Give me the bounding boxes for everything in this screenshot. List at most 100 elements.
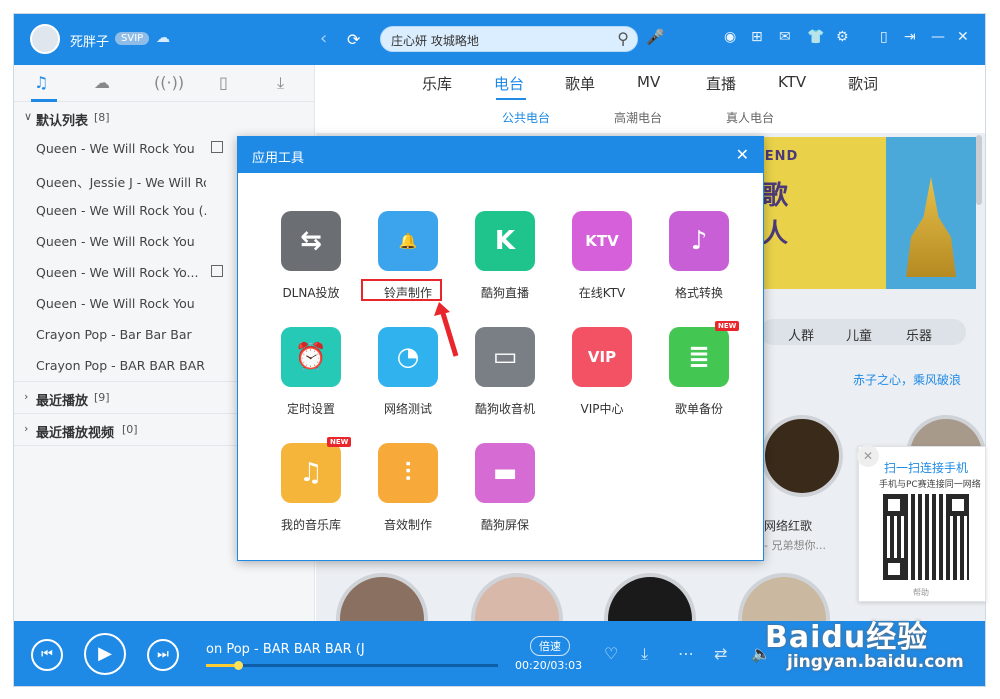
avatar[interactable] [30, 24, 60, 54]
tool-item[interactable]: ▬ 酷狗屏保 [457, 443, 553, 543]
microphone-icon[interactable]: 🎤 [646, 28, 665, 46]
close-icon[interactable]: ✕ [736, 145, 749, 164]
tool-icon[interactable]: VIP [572, 327, 632, 387]
tool-label[interactable]: 酷狗直播 [457, 284, 553, 301]
minimize-icon[interactable]: — [931, 29, 945, 45]
skin-shirt-icon[interactable]: 👕 [807, 29, 824, 45]
tool-label[interactable]: 网络测试 [360, 400, 456, 417]
tab-live[interactable]: 直播 [706, 73, 736, 94]
cloud-sync-icon[interactable]: ☁ [156, 30, 170, 46]
tool-label[interactable]: 酷狗屏保 [457, 516, 553, 533]
tool-icon[interactable]: ▬ [475, 443, 535, 503]
subtab-live-person-radio[interactable]: 真人电台 [726, 109, 774, 126]
download-icon[interactable]: ⤓ [277, 73, 284, 93]
refresh-icon[interactable]: ⟳ [347, 30, 360, 49]
username[interactable]: 死胖子 [70, 31, 109, 50]
recent-video-count: [0] [122, 423, 138, 436]
tool-icon[interactable]: 🔔 [378, 211, 438, 271]
mv-icon[interactable] [211, 265, 223, 277]
tool-item[interactable]: VIP VIP中心 [554, 327, 650, 427]
tab-lyrics[interactable]: 歌词 [848, 73, 878, 94]
mini-mode-icon[interactable]: ▯ [880, 29, 888, 45]
tool-item[interactable]: ≣ NEW 歌单备份 [651, 321, 747, 427]
gear-icon[interactable]: ⚙ [836, 29, 849, 45]
category-crowd[interactable]: 人群 [788, 325, 814, 344]
tool-icon[interactable]: K [475, 211, 535, 271]
mv-icon[interactable] [211, 141, 223, 153]
play-icon[interactable]: ▶ [84, 633, 126, 675]
progress-knob[interactable] [234, 661, 244, 670]
banner-image-2[interactable] [886, 137, 976, 289]
default-list-header[interactable]: ∨ 默认列表 [8] [14, 102, 314, 133]
subtab-public-radio[interactable]: 公共电台 [502, 109, 550, 126]
qr-help-link[interactable]: 帮助 [913, 587, 929, 598]
cloud-icon[interactable]: ☁ [94, 73, 110, 92]
target-icon[interactable]: ◉ [724, 29, 736, 45]
search-input[interactable]: 庄心妍 攻城略地 [391, 32, 479, 49]
tool-icon[interactable]: ♫ [281, 443, 341, 503]
slogan-link[interactable]: 赤子之心，乘风破浪 [853, 371, 961, 388]
tool-icon[interactable]: ≣ [669, 327, 729, 387]
radio-cover[interactable] [761, 415, 843, 497]
radio-signal-icon[interactable]: ((·)) [154, 73, 184, 92]
apps-grid-icon[interactable]: ⊞ [751, 29, 763, 45]
tool-icon[interactable]: ◔ [378, 327, 438, 387]
baidu-watermark-url: jingyan.baidu.com [787, 652, 964, 672]
tool-label[interactable]: 在线KTV [554, 284, 650, 301]
tool-label[interactable]: DLNA投放 [263, 284, 359, 301]
now-playing-title[interactable]: on Pop - BAR BAR BAR (J [206, 642, 376, 657]
close-icon[interactable]: ✕ [957, 29, 969, 45]
tool-item[interactable]: ♪ 格式转换 [651, 211, 747, 311]
category-instruments[interactable]: 乐器 [906, 325, 932, 344]
recent-play-count: [9] [94, 391, 110, 404]
tool-item[interactable]: KTV 在线KTV [554, 211, 650, 311]
tab-library[interactable]: 乐库 [422, 73, 452, 94]
tool-label[interactable]: 音效制作 [360, 516, 456, 533]
tool-item[interactable]: ▭ 酷狗收音机 [457, 327, 553, 427]
tab-ktv[interactable]: KTV [778, 73, 806, 91]
download-icon[interactable]: ⤓ [641, 644, 648, 664]
tool-icon[interactable]: ⫶ [378, 443, 438, 503]
tool-icon[interactable]: ♪ [669, 211, 729, 271]
tool-icon[interactable]: ▭ [475, 327, 535, 387]
speed-button[interactable]: 倍速 [530, 636, 570, 656]
tool-label[interactable]: 格式转换 [651, 284, 747, 301]
search-icon[interactable]: ⚲ [617, 29, 629, 48]
heart-icon[interactable]: ♡ [604, 644, 618, 663]
tool-label[interactable]: 定时设置 [263, 400, 359, 417]
category-children[interactable]: 儿童 [846, 325, 872, 344]
radio-title[interactable]: 网络红歌 [764, 517, 812, 534]
music-note-icon[interactable]: ♫ [34, 73, 48, 92]
close-icon[interactable]: ✕ [857, 445, 879, 467]
subtab-climax-radio[interactable]: 高潮电台 [614, 109, 662, 126]
tab-playlists[interactable]: 歌单 [565, 73, 595, 94]
tool-icon[interactable]: ⏰ [281, 327, 341, 387]
tab-mv[interactable]: MV [637, 73, 660, 91]
previous-icon[interactable]: ⏮ [31, 639, 63, 671]
recent-video-label: 最近播放视频 [36, 426, 115, 441]
tool-item[interactable]: ⫶ 音效制作 [360, 443, 456, 543]
tool-label[interactable]: VIP中心 [554, 400, 650, 417]
scrollbar[interactable] [976, 135, 982, 205]
tool-icon[interactable]: ⇆ [281, 211, 341, 271]
tool-icon[interactable]: KTV [572, 211, 632, 271]
exit-mode-icon[interactable]: ⇥ [904, 29, 916, 45]
repeat-icon[interactable]: ⇄ [714, 644, 727, 663]
tool-label[interactable]: 酷狗收音机 [457, 400, 553, 417]
qr-finder [883, 558, 905, 580]
mail-icon[interactable]: ✉ [779, 29, 791, 45]
tab-radio[interactable]: 电台 [494, 73, 524, 94]
tool-item[interactable]: ⇆ DLNA投放 [263, 211, 359, 311]
back-icon[interactable]: ‹ [320, 28, 327, 49]
progress-bar[interactable] [206, 661, 498, 670]
tool-label[interactable]: 我的音乐库 [263, 516, 359, 533]
next-icon[interactable]: ⏭ [147, 639, 179, 671]
vip-badge[interactable]: SVIP [115, 32, 150, 45]
tool-item[interactable]: ♫ NEW 我的音乐库 [263, 437, 359, 543]
search-box[interactable]: 庄心妍 攻城略地 ⚲ [380, 26, 638, 52]
device-icon[interactable]: ▯ [219, 73, 228, 92]
tool-label[interactable]: 歌单备份 [651, 400, 747, 417]
tool-item[interactable]: ⏰ 定时设置 [263, 327, 359, 427]
tool-item[interactable]: K 酷狗直播 [457, 211, 553, 311]
more-icon[interactable]: ⋯ [678, 644, 694, 663]
